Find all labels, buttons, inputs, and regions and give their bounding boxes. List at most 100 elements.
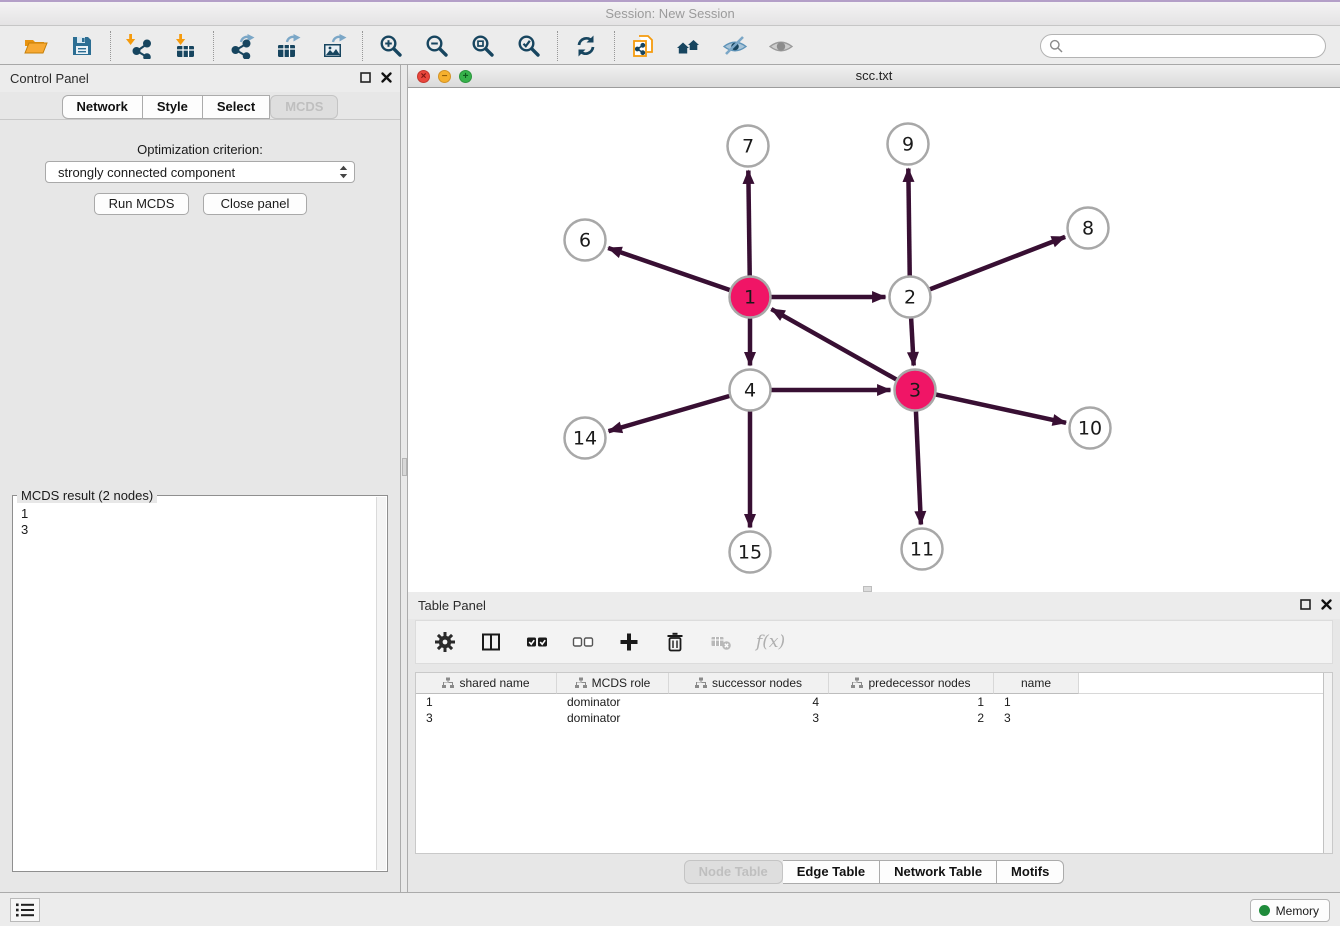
export-table-icon[interactable] bbox=[275, 33, 301, 59]
optimization-dropdown[interactable]: strongly connected component bbox=[45, 161, 355, 183]
column-header-name[interactable]: name bbox=[994, 673, 1079, 694]
export-network-icon[interactable] bbox=[229, 33, 255, 59]
graph-node-1[interactable]: 1 bbox=[730, 277, 771, 318]
memory-label: Memory bbox=[1276, 904, 1319, 918]
zoom-in-icon[interactable] bbox=[378, 33, 404, 59]
close-panel-icon[interactable] bbox=[381, 71, 392, 86]
graph-node-11[interactable]: 11 bbox=[902, 529, 943, 570]
show-all-icon[interactable] bbox=[768, 33, 794, 59]
table-cell[interactable]: 1 bbox=[416, 694, 557, 710]
tab-mcds[interactable]: MCDS bbox=[270, 95, 338, 119]
delete-column-icon[interactable] bbox=[664, 631, 686, 653]
tab-network[interactable]: Network bbox=[62, 95, 143, 119]
first-neighbors-icon[interactable] bbox=[676, 33, 702, 59]
close-panel-icon[interactable] bbox=[1321, 598, 1332, 613]
table-tab-network-table[interactable]: Network Table bbox=[880, 860, 997, 884]
import-network-icon[interactable] bbox=[126, 33, 152, 59]
column-header-successor-nodes[interactable]: successor nodes bbox=[669, 673, 829, 694]
tab-select[interactable]: Select bbox=[203, 95, 270, 119]
graph-edge-2-3[interactable] bbox=[911, 318, 914, 365]
add-column-icon[interactable] bbox=[618, 631, 640, 653]
table-cell[interactable]: 3 bbox=[994, 710, 1079, 726]
window-title: Session: New Session bbox=[605, 6, 734, 21]
close-panel-button[interactable]: Close panel bbox=[203, 193, 307, 215]
function-builder-icon: f(x) bbox=[756, 632, 785, 652]
graph-edge-3-10[interactable] bbox=[936, 395, 1066, 423]
network-window: × − + scc.txt 7 9 6 8 1 2 4 3 14 10 15 11 bbox=[408, 65, 1340, 592]
tab-style[interactable]: Style bbox=[143, 95, 203, 119]
refresh-view-icon[interactable] bbox=[573, 33, 599, 59]
table-scrollbar[interactable] bbox=[1323, 673, 1332, 853]
table-cell[interactable]: dominator bbox=[557, 694, 669, 710]
open-session-icon[interactable] bbox=[23, 33, 49, 59]
import-table-icon[interactable] bbox=[172, 33, 198, 59]
control-panel-title: Control Panel bbox=[10, 71, 89, 86]
graph-edge-1-7[interactable] bbox=[748, 170, 749, 275]
search-input[interactable] bbox=[1063, 39, 1325, 54]
control-panel-tabs: NetworkStyleSelectMCDS bbox=[0, 95, 400, 119]
graph-edge-2-8[interactable] bbox=[930, 237, 1065, 289]
table-cell[interactable]: 3 bbox=[669, 710, 829, 726]
graph-node-15[interactable]: 15 bbox=[730, 532, 771, 573]
zoom-out-icon[interactable] bbox=[424, 33, 450, 59]
control-panel-header: Control Panel bbox=[0, 65, 400, 92]
table-cell[interactable]: dominator bbox=[557, 710, 669, 726]
run-mcds-button[interactable]: Run MCDS bbox=[94, 193, 189, 215]
node-label: 14 bbox=[573, 428, 597, 450]
new-network-from-selection-icon[interactable] bbox=[630, 33, 656, 59]
graph-edge-1-6[interactable] bbox=[608, 248, 730, 290]
graph-edge-3-11[interactable] bbox=[916, 411, 921, 524]
table-tab-node-table[interactable]: Node Table bbox=[684, 860, 783, 884]
close-window-button[interactable]: × bbox=[417, 70, 430, 83]
optimization-criterion-label: Optimization criterion: bbox=[0, 142, 400, 157]
graph-node-4[interactable]: 4 bbox=[730, 370, 771, 411]
table-panel: Table Panel bbox=[408, 592, 1340, 892]
result-scrollbar[interactable] bbox=[376, 497, 386, 870]
node-table: shared nameMCDS rolesuccessor nodesprede… bbox=[415, 672, 1333, 854]
node-label: 2 bbox=[904, 287, 916, 309]
select-all-columns-icon[interactable] bbox=[526, 631, 548, 653]
float-panel-icon[interactable] bbox=[1300, 598, 1311, 613]
graph-node-6[interactable]: 6 bbox=[565, 220, 606, 261]
table-cell[interactable]: 4 bbox=[669, 694, 829, 710]
graph-node-2[interactable]: 2 bbox=[890, 277, 931, 318]
graph-node-9[interactable]: 9 bbox=[888, 124, 929, 165]
memory-button[interactable]: Memory bbox=[1250, 899, 1330, 922]
graph-node-8[interactable]: 8 bbox=[1068, 208, 1109, 249]
save-session-icon[interactable] bbox=[69, 33, 95, 59]
graph-node-7[interactable]: 7 bbox=[728, 126, 769, 167]
node-label: 7 bbox=[742, 136, 754, 158]
zoom-fit-icon[interactable] bbox=[470, 33, 496, 59]
table-tab-edge-table[interactable]: Edge Table bbox=[783, 860, 880, 884]
deselect-all-columns-icon[interactable] bbox=[572, 631, 594, 653]
graph-edge-2-9[interactable] bbox=[908, 168, 909, 275]
split-view-icon[interactable] bbox=[480, 631, 502, 653]
float-panel-icon[interactable] bbox=[360, 71, 371, 86]
zoom-selected-icon[interactable] bbox=[516, 33, 542, 59]
network-window-title: scc.txt bbox=[856, 68, 893, 83]
graph-node-14[interactable]: 14 bbox=[565, 418, 606, 459]
graph-node-10[interactable]: 10 bbox=[1070, 408, 1111, 449]
network-canvas[interactable]: 7 9 6 8 1 2 4 3 14 10 15 11 bbox=[408, 88, 1340, 592]
table-cell[interactable]: 2 bbox=[829, 710, 994, 726]
settings-gear-icon[interactable] bbox=[434, 631, 456, 653]
hide-selected-icon[interactable] bbox=[722, 33, 748, 59]
column-header-predecessor-nodes[interactable]: predecessor nodes bbox=[829, 673, 994, 694]
table-cell[interactable]: 1 bbox=[829, 694, 994, 710]
maximize-window-button[interactable]: + bbox=[459, 70, 472, 83]
task-history-button[interactable] bbox=[10, 898, 40, 922]
search-box[interactable] bbox=[1040, 34, 1326, 58]
column-header-shared-name[interactable]: shared name bbox=[416, 673, 557, 694]
table-cell[interactable]: 3 bbox=[416, 710, 557, 726]
column-header-MCDS-role[interactable]: MCDS role bbox=[557, 673, 669, 694]
table-tab-motifs[interactable]: Motifs bbox=[997, 860, 1064, 884]
export-image-icon[interactable] bbox=[321, 33, 347, 59]
vertical-splitter[interactable] bbox=[400, 65, 408, 892]
graph-edge-3-1[interactable] bbox=[771, 309, 896, 379]
graph-edge-4-14[interactable] bbox=[609, 396, 730, 431]
node-label: 11 bbox=[910, 539, 934, 561]
minimize-window-button[interactable]: − bbox=[438, 70, 451, 83]
table-cell[interactable]: 1 bbox=[994, 694, 1079, 710]
splitter-grip[interactable] bbox=[402, 458, 407, 476]
graph-node-3[interactable]: 3 bbox=[895, 370, 936, 411]
